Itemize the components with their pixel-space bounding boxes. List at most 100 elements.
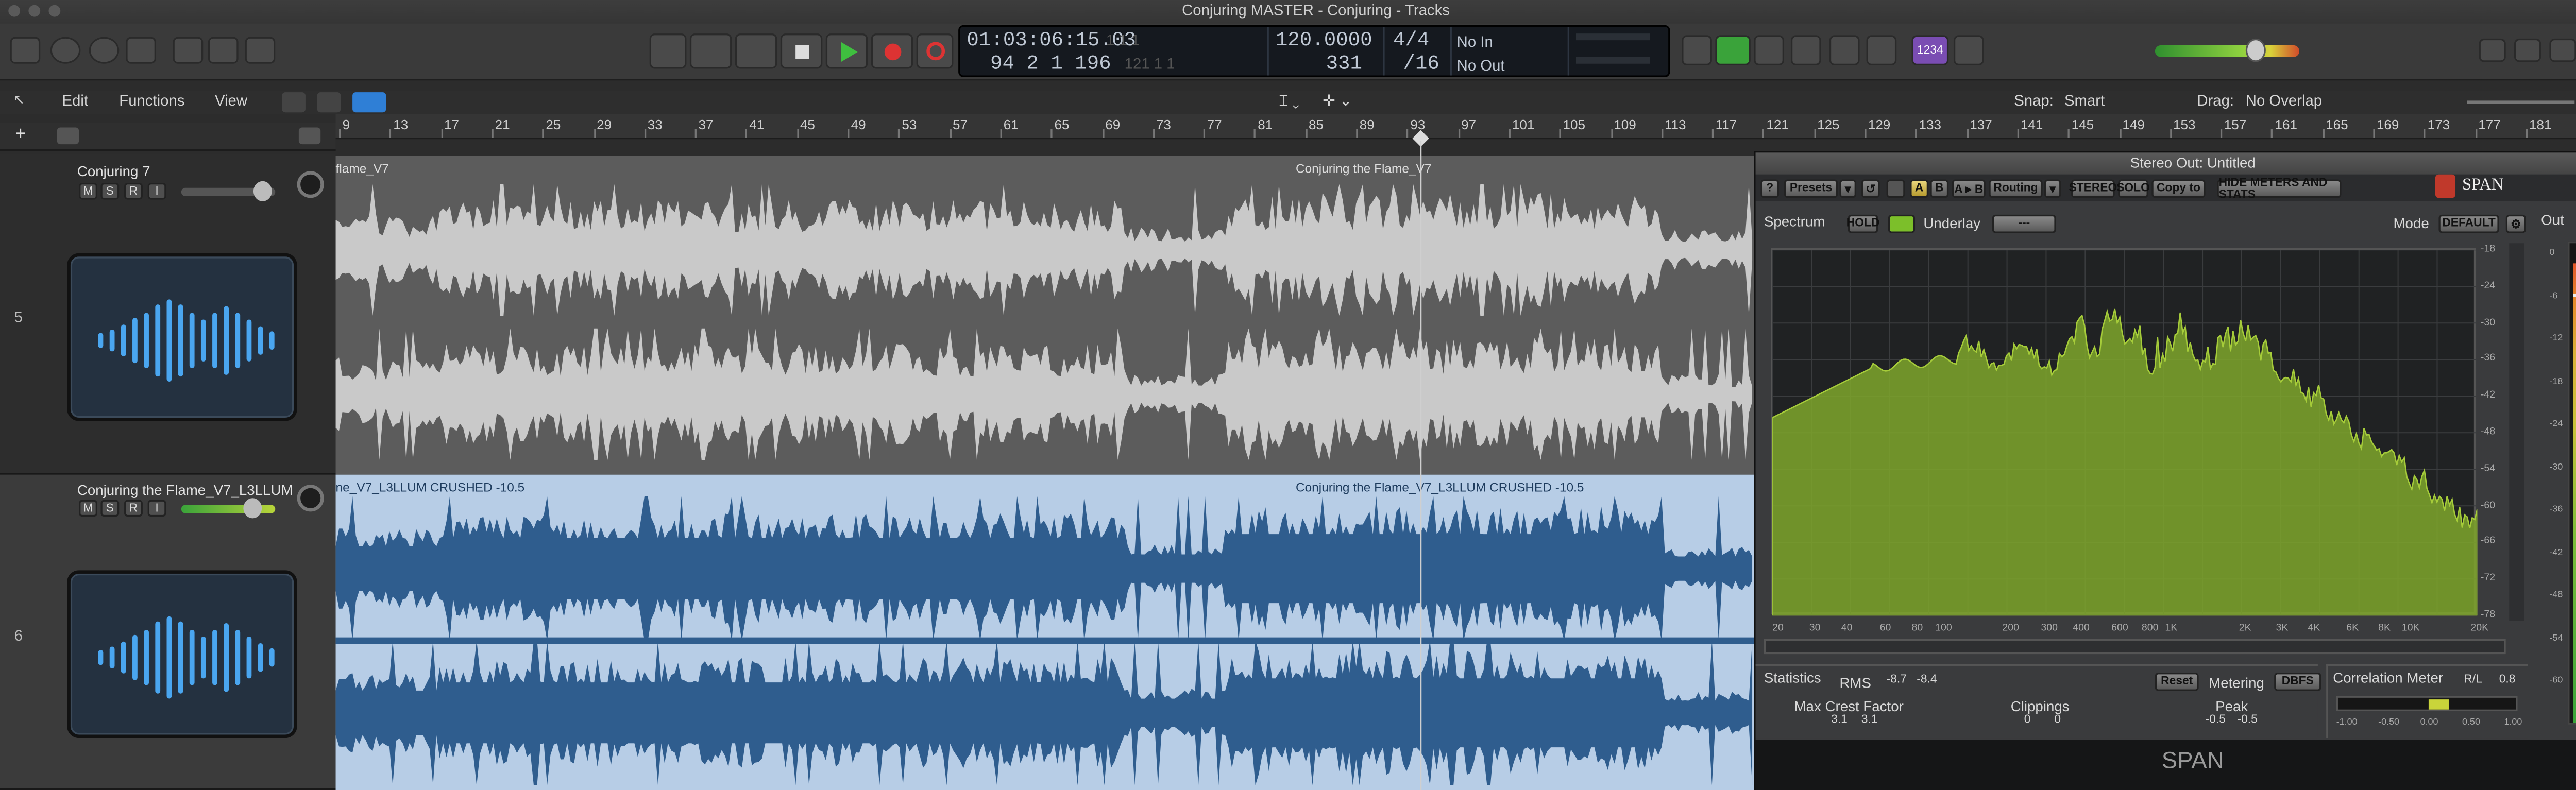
solo-mode-icon[interactable]: [1829, 35, 1860, 66]
underlay-select[interactable]: ---: [1992, 214, 2056, 233]
ruler-bar-number: 133: [1919, 117, 1942, 133]
loop-browser-icon[interactable]: [2549, 38, 2576, 62]
global-tracks-icon[interactable]: [298, 127, 321, 145]
back-arrow-icon[interactable]: ↖: [13, 92, 37, 112]
frequency-scale-label: 2K: [2239, 624, 2251, 634]
lcd-display[interactable]: 01:03:06:15.03 1 1 1 94 2 1 196 121 1 1 …: [958, 25, 1670, 77]
track-name[interactable]: Conjuring 7: [77, 163, 150, 180]
lcd-bars-sub: 121 1 1: [1124, 55, 1175, 73]
rewind-icon[interactable]: [689, 33, 732, 69]
track-name[interactable]: Conjuring the Flame_V7_L3LLUM: [77, 482, 293, 499]
mute-button[interactable]: M: [79, 500, 97, 517]
compare-icon[interactable]: [1886, 179, 1905, 198]
hold-button[interactable]: HOLD: [1846, 214, 1879, 233]
copy-to-button[interactable]: Copy to: [2151, 179, 2206, 198]
rl-value: 0.8: [2499, 674, 2516, 686]
solo-button[interactable]: S: [100, 500, 120, 517]
lcd-signature: 4/4: [1393, 28, 1430, 52]
peak-label: Peak: [2215, 697, 2248, 715]
pencil-tool-icon[interactable]: ✛ ⌄: [1323, 92, 1352, 111]
add-track-icon[interactable]: +: [15, 125, 37, 146]
solo-button[interactable]: S: [100, 183, 120, 200]
presets-dropdown-icon[interactable]: ▾: [1839, 179, 1857, 198]
smart-controls-icon[interactable]: [173, 37, 204, 64]
spectrum-plot[interactable]: [1770, 248, 2478, 616]
input-monitor-button[interactable]: I: [147, 183, 166, 200]
metronome-icon[interactable]: [1953, 35, 1984, 66]
master-volume-slider[interactable]: [2155, 45, 2300, 57]
bar-ruler[interactable]: 9 13 17 21 25 29 33 37 41 45 49 53 57 61 65 69 73 77 81 85 8…: [335, 114, 2576, 140]
list-editors-icon[interactable]: [2479, 38, 2506, 62]
routing-dropdown-icon[interactable]: ▾: [2044, 179, 2061, 198]
volume-knob[interactable]: [253, 181, 272, 201]
inspector-icon[interactable]: [50, 37, 81, 64]
stop-icon[interactable]: [780, 33, 823, 69]
metronome-speaker-icon[interactable]: [1715, 35, 1751, 66]
reset-icon[interactable]: ↺: [1861, 179, 1880, 198]
view-menu[interactable]: View: [215, 92, 247, 109]
drag-value[interactable]: No Overlap: [2246, 92, 2322, 109]
go-to-beginning-icon[interactable]: [649, 33, 687, 69]
settings-gear-icon[interactable]: ⚙: [2505, 214, 2526, 233]
mode-select[interactable]: DEFAULT: [2438, 214, 2499, 233]
rl-label: R/L: [2464, 674, 2482, 686]
ruler-bar-number: 45: [800, 117, 815, 133]
mute-button[interactable]: M: [79, 183, 97, 200]
spectrum-color-swatch[interactable]: [1888, 214, 1916, 233]
quick-help-icon[interactable]: [89, 37, 120, 64]
input-monitor-button[interactable]: I: [147, 500, 166, 517]
plugin-help-button[interactable]: ?: [1760, 179, 1780, 198]
editors-icon[interactable]: [245, 37, 276, 64]
clippings-label: Clippings: [2010, 697, 2070, 715]
pan-knob[interactable]: [297, 171, 324, 198]
flex-icon[interactable]: [317, 92, 341, 113]
volume-knob[interactable]: [243, 498, 262, 519]
b-button[interactable]: B: [1930, 179, 1949, 198]
metering-select[interactable]: DBFS: [2274, 673, 2321, 691]
routing-button[interactable]: Routing: [1989, 179, 2043, 198]
correlation-scale-label: 0.00: [2420, 717, 2438, 728]
automation-icon[interactable]: [282, 92, 306, 113]
a-button[interactable]: A: [1910, 179, 1929, 198]
snap-value[interactable]: Smart: [2064, 92, 2105, 109]
capture-recording-icon[interactable]: [916, 33, 954, 69]
play-icon[interactable]: [825, 33, 868, 69]
pan-knob[interactable]: [297, 485, 324, 512]
functions-menu[interactable]: Functions: [119, 92, 184, 109]
track-header-selected[interactable]: 6 Conjuring the Flame_V7_L3LLUM M S R I: [0, 474, 336, 790]
track-header[interactable]: 5 Conjuring 7 M S R I: [0, 154, 336, 475]
presets-button[interactable]: Presets: [1784, 179, 1838, 198]
record-enable-button[interactable]: R: [124, 500, 143, 517]
count-in-button[interactable]: 1234: [1911, 35, 1949, 66]
tuner-icon[interactable]: [1754, 35, 1784, 66]
library-icon[interactable]: [10, 37, 41, 64]
solo-button[interactable]: SOLO: [2116, 179, 2150, 198]
frequency-scale-label: 60: [1879, 624, 1891, 634]
pointer-tool-icon[interactable]: ⌶ ⌄: [1279, 92, 1299, 111]
mixer-icon[interactable]: [208, 37, 239, 64]
record-icon[interactable]: [871, 33, 913, 69]
zoom-slider[interactable]: [2467, 100, 2575, 104]
master-volume-knob[interactable]: [2245, 38, 2266, 62]
catch-playhead-icon[interactable]: [352, 92, 386, 113]
edit-menu[interactable]: Edit: [62, 92, 89, 109]
audio-waveform-icon: [67, 570, 297, 739]
spectrum-scrollbar[interactable]: [2509, 243, 2524, 621]
record-enable-button[interactable]: R: [124, 183, 143, 200]
toolbar-icon[interactable]: [126, 37, 156, 64]
reset-button[interactable]: Reset: [2155, 673, 2199, 691]
fast-forward-icon[interactable]: [735, 33, 777, 69]
frequency-scrollbar[interactable]: [1764, 639, 2506, 655]
autopunch-icon[interactable]: [1790, 35, 1821, 66]
audio-region-selected[interactable]: ne_V7_L3LLUM CRUSHED -10.5 Conjuring the…: [335, 474, 1754, 790]
a-to-b-button[interactable]: A ▸ B: [1952, 179, 1986, 198]
frequency-scale-label: 10K: [2401, 624, 2420, 634]
low-latency-icon[interactable]: [1866, 35, 1897, 66]
lcd-in: No In: [1456, 33, 1493, 50]
track-stack-icon[interactable]: [57, 127, 79, 145]
replace-icon[interactable]: [1682, 35, 1712, 66]
hide-meters-button[interactable]: HIDE METERS AND STATS: [2217, 177, 2342, 200]
stereo-button[interactable]: STEREO: [2069, 179, 2117, 198]
audio-region[interactable]: flame_V7 Conjuring the Flame_V7: [335, 156, 1754, 475]
notepad-icon[interactable]: [2514, 38, 2541, 62]
